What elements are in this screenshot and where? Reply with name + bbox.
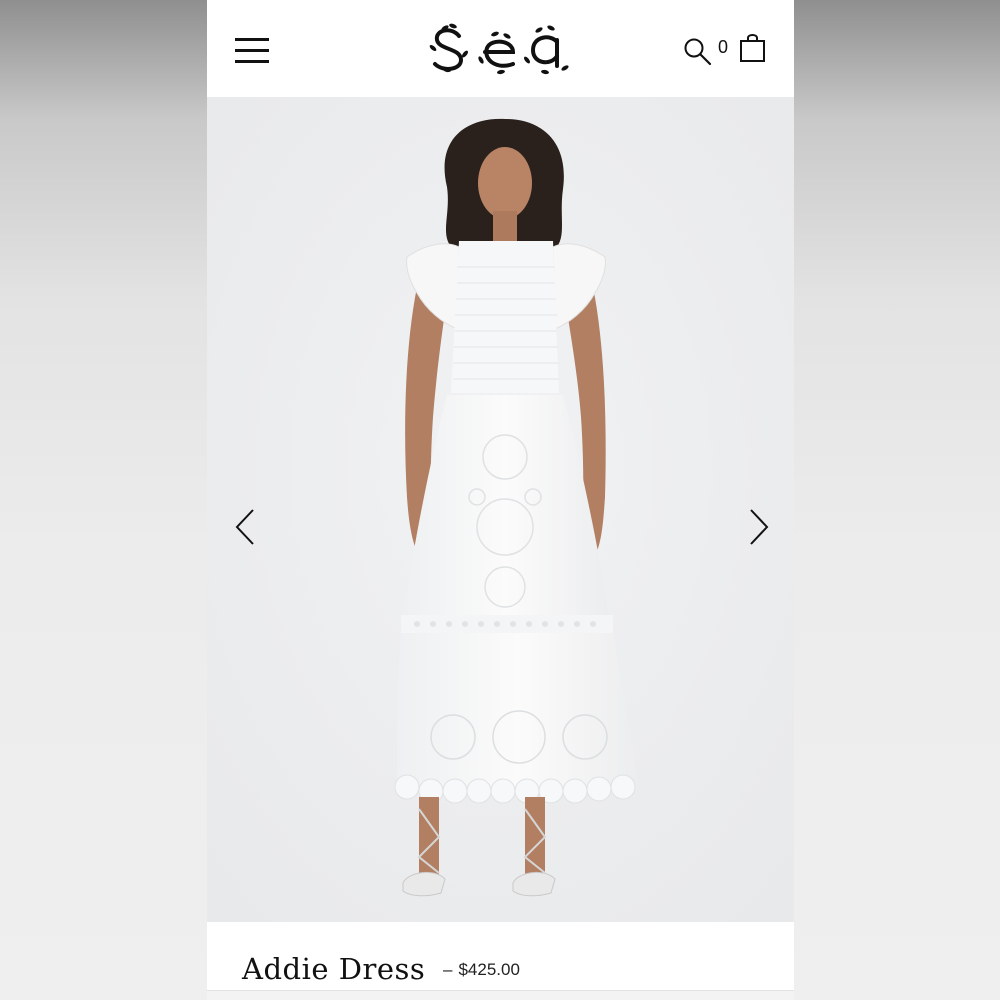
previous-image-button[interactable] [227,502,267,552]
search-icon[interactable] [682,36,714,68]
product-price: $425.00 [458,960,520,979]
chevron-left-icon [235,509,254,545]
bottom-edge [207,990,794,1000]
cart-count: 0 [718,37,729,57]
price-row: – $425.00 [443,960,520,980]
product-info: Addie Dress – $425.00 [207,922,794,1000]
phone-screen: sea [207,0,794,1000]
brand-logo[interactable]: sea [425,20,575,76]
product-image-gallery[interactable] [207,97,794,922]
product-photo [207,97,794,922]
price-separator: – [443,960,453,979]
product-name: Addie Dress [242,952,426,986]
shopping-bag-icon[interactable] [738,32,768,64]
next-image-button[interactable] [737,502,777,552]
chevron-right-icon [750,509,769,545]
menu-button[interactable] [233,36,271,64]
site-header: sea [207,0,794,97]
